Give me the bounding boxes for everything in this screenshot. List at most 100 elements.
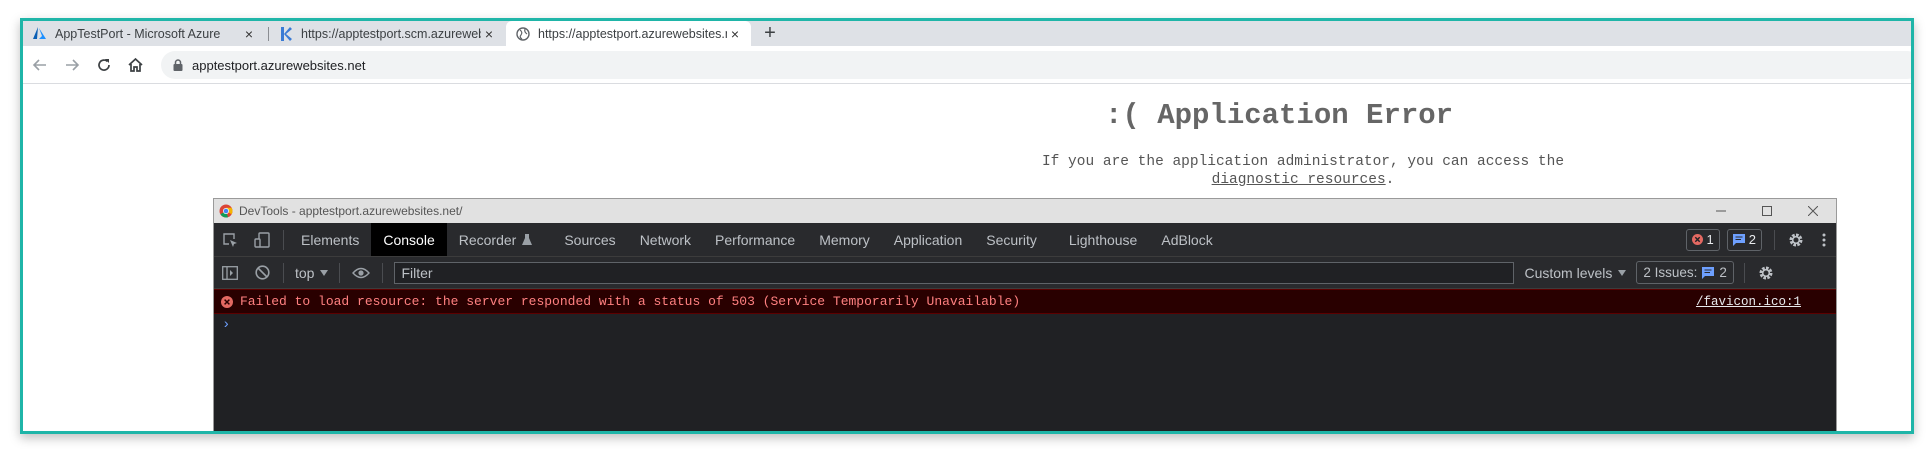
message-count: 2 [1748, 232, 1756, 247]
error-description: If you are the application administrator… [1003, 153, 1603, 189]
issues-count: 2 [1719, 265, 1727, 280]
flask-icon [522, 233, 533, 245]
settings-button[interactable] [1780, 223, 1812, 256]
show-sidebar-button[interactable] [214, 256, 246, 289]
tab-azure-portal[interactable]: AppTestPort - Microsoft Azure × [23, 21, 265, 46]
gear-icon [1789, 233, 1803, 246]
tab-memory[interactable]: Memory [807, 223, 882, 256]
kudu-icon [279, 26, 293, 41]
issues-label: 2 Issues: [1643, 265, 1698, 280]
filter-input[interactable] [394, 261, 1515, 284]
close-tab-icon[interactable]: × [241, 26, 257, 42]
inspect-element-button[interactable] [214, 223, 246, 256]
error-count-badge[interactable]: 1 [1685, 228, 1720, 251]
minimize-icon [1716, 210, 1726, 212]
devtools-title: DevTools - apptestport.azurewebsites.net… [239, 204, 463, 218]
toolbar-divider [283, 229, 284, 250]
console-settings-button[interactable] [1750, 256, 1782, 289]
back-arrow-icon [32, 59, 46, 71]
tab-label: AppTestPort - Microsoft Azure [55, 26, 221, 41]
console-output: Failed to load resource: the server resp… [214, 289, 1836, 336]
levels-label: Custom levels [1524, 264, 1613, 281]
close-tab-icon[interactable]: × [481, 26, 497, 42]
minimize-button[interactable] [1698, 199, 1744, 223]
tab-recorder[interactable]: Recorder [447, 223, 545, 256]
tab-kudu[interactable]: https://apptestport.scm.azurewebsites.ne… [269, 21, 505, 46]
back-button[interactable] [29, 54, 51, 76]
forward-arrow-icon [66, 59, 80, 71]
toolbar-divider [1774, 229, 1775, 250]
error-title: :( Application Error [1105, 99, 1454, 132]
console-toolbar: top Custom levels 2 Issues: 2 [214, 257, 1836, 289]
new-tab-button[interactable]: + [758, 21, 782, 46]
maximize-button[interactable] [1744, 199, 1790, 223]
close-window-button[interactable] [1790, 199, 1836, 223]
toolbar-divider [283, 262, 284, 283]
device-toolbar-button[interactable] [246, 223, 278, 256]
reload-button[interactable] [93, 54, 115, 76]
window-controls [1698, 199, 1836, 223]
tab-lighthouse[interactable]: Lighthouse [1057, 223, 1150, 256]
error-circle-icon [221, 295, 233, 308]
devtools-titlebar: DevTools - apptestport.azurewebsites.net… [214, 199, 1836, 223]
context-selector[interactable]: top [289, 265, 334, 281]
tab-recorder-label: Recorder [458, 231, 517, 248]
console-prompt[interactable]: › [214, 314, 1836, 336]
console-error-message: Failed to load resource: the server resp… [214, 289, 1836, 314]
address-bar[interactable]: apptestport.azurewebsites.net [161, 51, 1911, 79]
dropdown-arrow-icon [1618, 269, 1627, 276]
tab-strip: AppTestPort - Microsoft Azure × https://… [23, 21, 1911, 46]
error-message-text: Failed to load resource: the server resp… [240, 294, 1021, 309]
inspect-icon [223, 232, 237, 247]
browser-toolbar: apptestport.azurewebsites.net [23, 46, 1911, 84]
clear-icon [254, 265, 270, 280]
toolbar-divider [1743, 262, 1745, 283]
maximize-icon [1762, 206, 1772, 216]
clear-console-button[interactable] [246, 256, 278, 289]
reload-icon [98, 59, 110, 71]
tab-application[interactable]: Application [882, 223, 975, 256]
toolbar-divider [382, 262, 384, 283]
tab-label: https://apptestport.azurewebsites.net [538, 26, 727, 41]
home-button[interactable] [124, 54, 146, 76]
live-expression-button[interactable] [345, 256, 377, 289]
tab-network[interactable]: Network [628, 223, 703, 256]
error-circle-icon [1691, 234, 1703, 245]
close-icon [1808, 206, 1818, 216]
more-options-button[interactable] [1812, 223, 1836, 256]
message-count-badge[interactable]: 2 [1726, 228, 1762, 251]
devtools-tab-bar: Elements Console Recorder Sources Networ… [214, 223, 1836, 257]
tab-elements[interactable]: Elements [289, 223, 371, 256]
devtools-right-controls: 1 2 [1685, 223, 1836, 256]
issues-button[interactable]: 2 Issues: 2 [1636, 261, 1734, 284]
tab-sources[interactable]: Sources [552, 223, 627, 256]
message-icon [1702, 266, 1715, 279]
devtools-window: DevTools - apptestport.azurewebsites.net… [213, 198, 1837, 431]
log-levels-dropdown[interactable]: Custom levels [1524, 264, 1627, 281]
tab-apptestport[interactable]: https://apptestport.azurewebsites.net × [506, 21, 751, 46]
error-count: 1 [1706, 232, 1714, 247]
message-icon [1732, 233, 1745, 246]
tab-adblock[interactable]: AdBlock [1149, 223, 1224, 256]
toolbar-divider [339, 262, 341, 283]
tab-label: https://apptestport.scm.azurewebsites.ne… [301, 26, 481, 41]
error-desc-text: If you are the application administrator… [1041, 154, 1565, 170]
chrome-logo-icon [219, 204, 233, 218]
tab-console[interactable]: Console [371, 223, 447, 256]
close-tab-icon[interactable]: × [727, 26, 743, 42]
tab-performance[interactable]: Performance [703, 223, 807, 256]
gear-icon [1759, 266, 1773, 279]
error-source-link[interactable]: /favicon.ico:1 [1696, 295, 1801, 309]
diagnostic-resources-link[interactable]: diagnostic resources [1212, 172, 1386, 188]
sidebar-toggle-icon [222, 265, 238, 280]
forward-button[interactable] [61, 54, 83, 76]
address-url: apptestport.azurewebsites.net [192, 57, 366, 73]
browser-window: AppTestPort - Microsoft Azure × https://… [20, 18, 1914, 434]
home-icon [127, 57, 143, 72]
lock-icon [173, 59, 183, 71]
globe-icon [516, 26, 530, 41]
prompt-chevron-icon: › [222, 317, 231, 333]
tab-security[interactable]: Security [974, 223, 1049, 256]
context-label: top [295, 264, 315, 281]
eye-icon [352, 267, 371, 278]
